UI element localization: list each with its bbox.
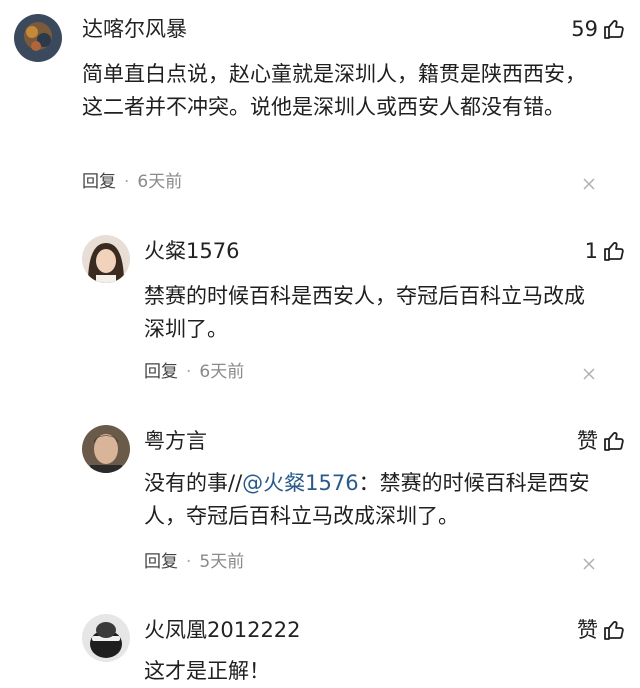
mention-link[interactable]: @火粲1576 — [242, 471, 358, 495]
username[interactable]: 火凤凰2012222 — [144, 616, 301, 644]
separator: · — [124, 172, 130, 192]
close-icon[interactable] — [582, 367, 596, 381]
thumbs-up-icon[interactable] — [602, 429, 626, 453]
thumbs-up-icon[interactable] — [602, 618, 626, 642]
avatar[interactable] — [14, 14, 62, 62]
separator: · — [186, 552, 192, 572]
comment-text-prefix: 没有的事// — [144, 471, 243, 495]
separator: · — [186, 362, 192, 382]
comment-meta: 回复 · 5天前 — [144, 550, 244, 574]
reply-button[interactable]: 回复 — [144, 362, 178, 382]
like-label[interactable]: 赞 — [577, 616, 598, 644]
timestamp: 6天前 — [199, 362, 245, 382]
close-icon[interactable] — [582, 557, 596, 571]
username[interactable]: 火粲1576 — [144, 237, 239, 265]
timestamp: 5天前 — [199, 552, 245, 572]
comment-text: 没有的事//@火粲1576：禁赛的时候百科是西安人，夺冠后百科立马改成深圳了。 — [144, 467, 604, 533]
username[interactable]: 达喀尔风暴 — [82, 15, 187, 43]
comment-text: 这才是正解！ — [144, 659, 270, 683]
reply-button[interactable]: 回复 — [82, 172, 116, 192]
comment-meta: 回复 · 6天前 — [144, 360, 244, 384]
close-icon[interactable] — [582, 177, 596, 191]
avatar[interactable] — [82, 425, 130, 473]
avatar[interactable] — [82, 614, 130, 662]
like-count: 1 — [584, 239, 598, 263]
like-count: 59 — [571, 17, 598, 41]
comment-text: 禁赛的时候百科是西安人，夺冠后百科立马改成深圳了。 — [144, 284, 585, 341]
reply-button[interactable]: 回复 — [144, 552, 178, 572]
like-label[interactable]: 赞 — [577, 427, 598, 455]
thumbs-up-icon[interactable] — [602, 17, 626, 41]
comment-text: 简单直白点说，赵心童就是深圳人，籍贯是陕西西安，这二者并不冲突。说他是深圳人或西… — [82, 62, 586, 119]
avatar[interactable] — [82, 235, 130, 283]
thumbs-up-icon[interactable] — [602, 239, 626, 263]
username[interactable]: 粤方言 — [144, 427, 207, 455]
timestamp: 6天前 — [137, 172, 183, 192]
comment-meta: 回复 · 6天前 — [82, 170, 182, 194]
